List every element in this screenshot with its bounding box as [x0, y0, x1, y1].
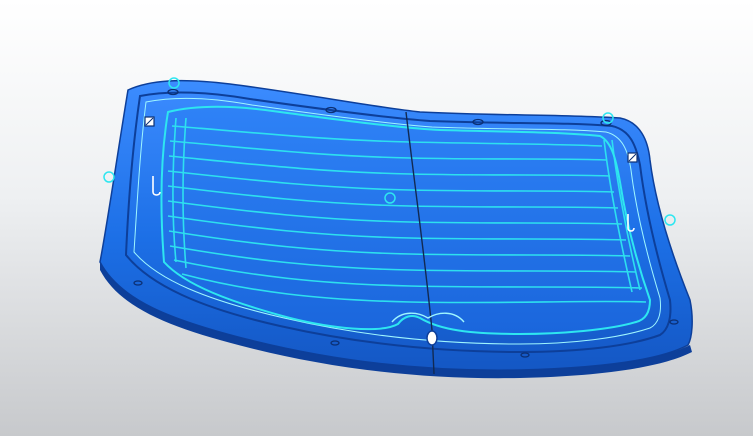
defrost-field [160, 105, 652, 336]
wiper-hole-icon[interactable] [426, 330, 438, 346]
circle-marker-icon [103, 171, 115, 183]
cad-3d-viewport[interactable] [0, 0, 753, 436]
circle-marker-icon [664, 214, 676, 226]
model-canvas[interactable] [0, 0, 753, 436]
